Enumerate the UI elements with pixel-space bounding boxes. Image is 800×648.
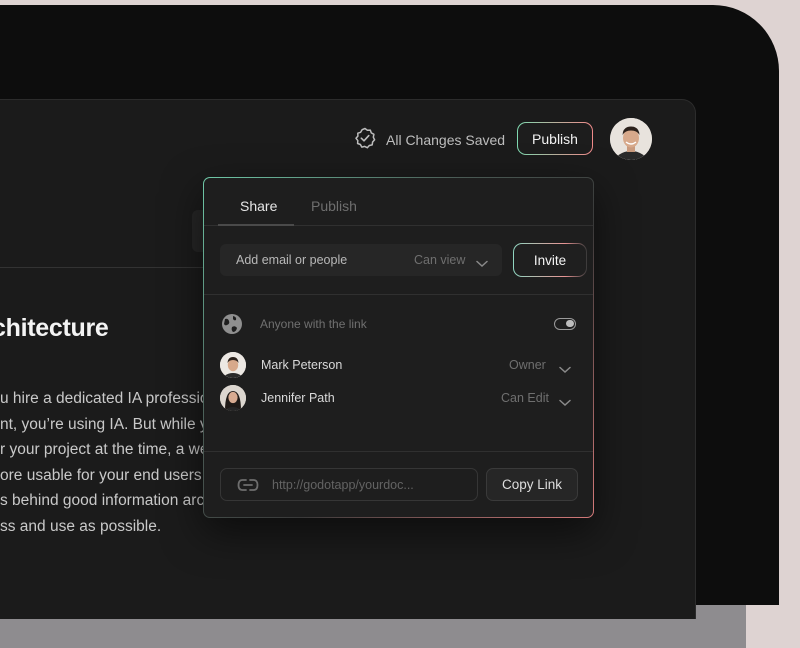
permission-select[interactable]: Can view xyxy=(414,253,465,267)
user-avatar[interactable] xyxy=(610,118,652,160)
share-url-text: http://godotapp/yourdoc... xyxy=(272,478,414,492)
publish-button[interactable]: Publish xyxy=(517,122,593,155)
check-badge-icon xyxy=(354,127,376,152)
save-status: All Changes Saved xyxy=(354,127,505,152)
link-access-row: Anyone with the link xyxy=(220,312,580,336)
link-access-toggle[interactable] xyxy=(554,318,576,330)
avatar xyxy=(220,385,246,411)
person-name: Mark Peterson xyxy=(261,358,343,372)
person-name: Jennifer Path xyxy=(261,391,335,405)
globe-icon xyxy=(220,312,244,341)
active-tab-indicator xyxy=(218,224,294,226)
document-paragraph: u hire a dedicated IA profession nt, you… xyxy=(0,386,225,539)
person-row: Mark Peterson Owner xyxy=(220,352,580,378)
chevron-down-icon[interactable] xyxy=(559,394,571,412)
paragraph-line: ore usable for your end users. W xyxy=(0,466,225,484)
chevron-down-icon[interactable] xyxy=(559,361,571,379)
invite-button[interactable]: Invite xyxy=(513,243,587,277)
person-role[interactable]: Owner xyxy=(509,358,546,372)
paragraph-line: r your project at the time, a well- xyxy=(0,441,221,458)
person-row: Jennifer Path Can Edit xyxy=(220,385,580,411)
divider xyxy=(204,451,593,452)
document-heading: chitecture xyxy=(0,314,109,342)
email-input[interactable]: Add email or people xyxy=(236,253,347,267)
toggle-knob xyxy=(566,320,574,327)
paragraph-line: s behind good information archi xyxy=(0,492,217,509)
share-url-field[interactable]: http://godotapp/yourdoc... xyxy=(220,468,478,501)
background-divider xyxy=(0,267,210,268)
invite-row: Add email or people Can view xyxy=(220,244,502,276)
paragraph-line: nt, you’re using IA. But while you xyxy=(0,415,225,433)
divider xyxy=(204,294,593,295)
chevron-down-icon[interactable] xyxy=(476,255,488,273)
paragraph-line: ss and use as possible. xyxy=(0,517,162,535)
link-access-label: Anyone with the link xyxy=(260,317,367,331)
copy-link-button[interactable]: Copy Link xyxy=(486,468,578,501)
share-dialog: Share Publish Add email or people Can vi… xyxy=(203,177,594,518)
paragraph-line: u hire a dedicated IA profession xyxy=(0,390,218,407)
person-role[interactable]: Can Edit xyxy=(501,391,549,405)
save-status-text: All Changes Saved xyxy=(386,131,506,148)
tab-share[interactable]: Share xyxy=(240,198,277,214)
avatar xyxy=(220,352,246,378)
share-tabs: Share Publish xyxy=(204,178,593,226)
link-icon xyxy=(237,478,259,497)
tab-publish[interactable]: Publish xyxy=(311,198,357,214)
